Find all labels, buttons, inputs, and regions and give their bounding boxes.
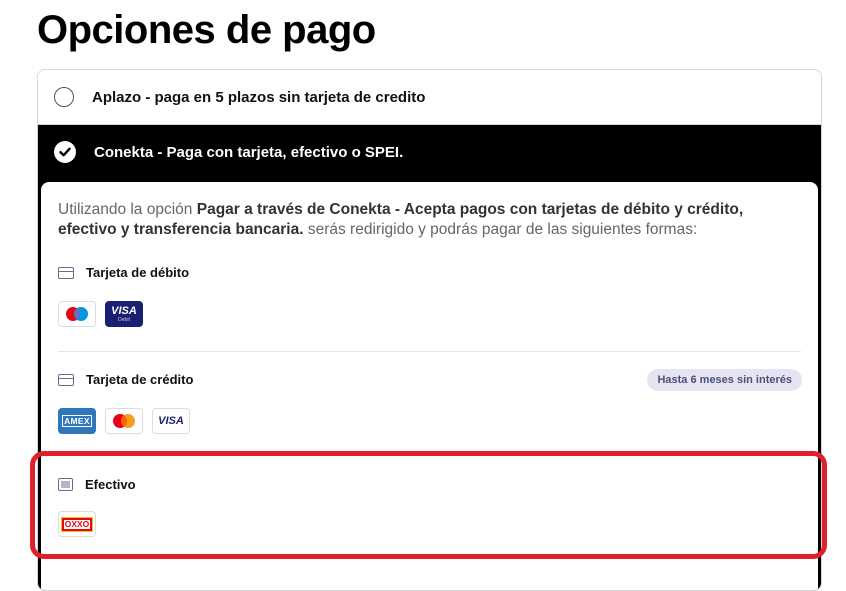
visa-debit-logo: VISA Debit [105,301,143,327]
conekta-description: Utilizando la opción Pagar a través de C… [58,200,778,240]
description-suffix: serás redirigido y podrás pagar de las s… [303,221,698,238]
mastercard-logo [105,408,143,434]
description-prefix: Utilizando la opción [58,201,197,218]
credit-card-icon [58,266,74,279]
installments-badge: Hasta 6 meses sin interés [647,369,802,391]
option-conekta[interactable]: Conekta - Paga con tarjeta, efectivo o S… [38,125,821,179]
option-aplazo[interactable]: Aplazo - paga en 5 plazos sin tarjeta de… [38,70,821,125]
visa-debit-logo-subtext: Debit [118,316,130,323]
radio-unchecked-icon[interactable] [54,87,74,107]
section-divider [58,351,801,352]
visa-logo: VISA [152,408,190,434]
credit-card-icon [58,373,74,386]
visa-debit-logo-text: VISA [111,304,137,317]
highlight-box [30,451,827,559]
credit-logos: AMEX VISA [58,408,190,434]
option-aplazo-label: Aplazo - paga en 5 plazos sin tarjeta de… [92,88,426,106]
option-conekta-label: Conekta - Paga con tarjeta, efectivo o S… [94,143,404,161]
debit-card-section-title: Tarjeta de débito [58,265,189,280]
maestro-logo [58,301,96,327]
debit-logos: VISA Debit [58,301,143,327]
radio-checked-icon[interactable] [54,141,76,163]
credit-card-label: Tarjeta de crédito [86,372,194,387]
credit-card-section-title: Tarjeta de crédito [58,372,193,387]
visa-logo-text: VISA [158,415,184,427]
amex-logo-text: AMEX [62,415,92,427]
page-title: Opciones de pago [37,8,376,52]
amex-logo: AMEX [58,408,96,434]
debit-card-label: Tarjeta de débito [86,265,190,280]
